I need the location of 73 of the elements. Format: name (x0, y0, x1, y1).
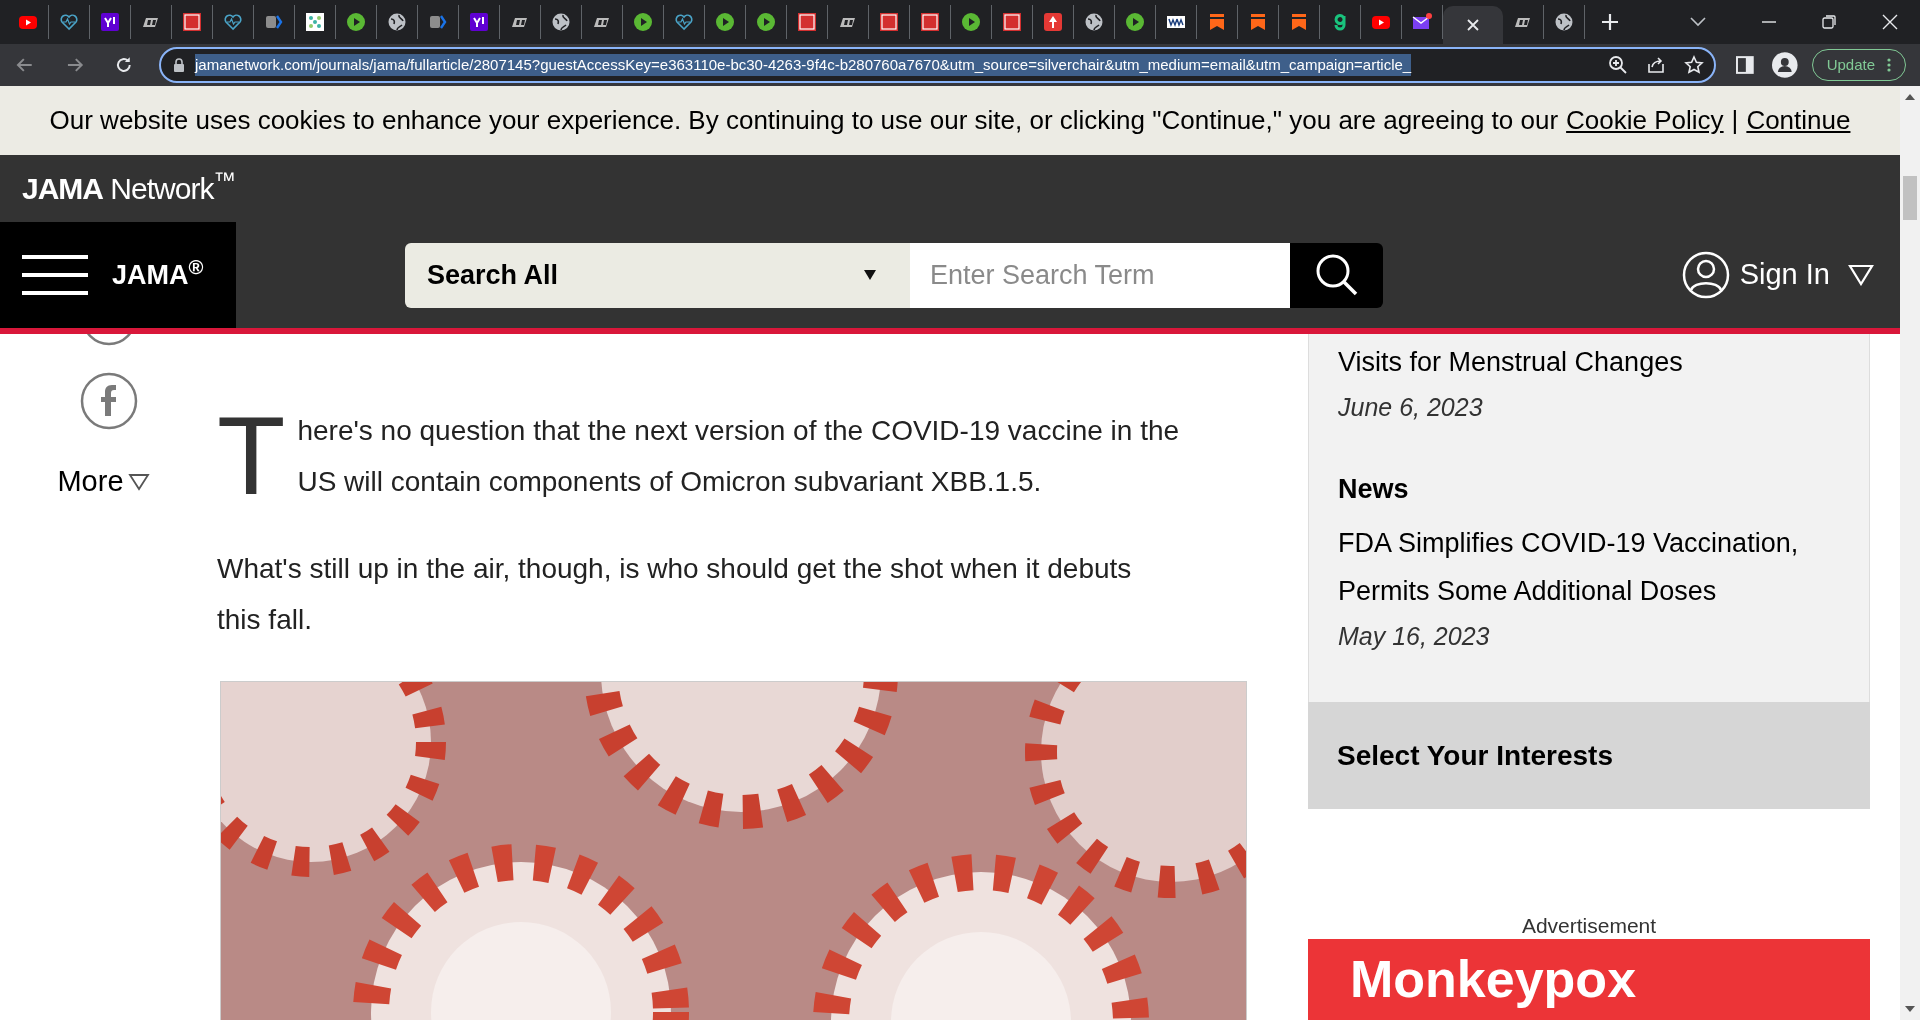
play-icon (715, 12, 735, 32)
scroll-up-icon[interactable] (1905, 94, 1915, 100)
bookmark-icon (1289, 12, 1309, 32)
caret-icon (127, 472, 150, 491)
search-button[interactable] (1290, 242, 1383, 308)
drop-cap: T (217, 411, 287, 507)
heart-icon (59, 12, 79, 32)
close-icon[interactable] (1466, 18, 1480, 32)
address-bar[interactable]: jamanetwork.com/journals/jama/fullarticle/2807145?guestAccessKey=e363110e-bc30-4263-9f4c-b280760a7670&utm_source=silverchair&utm_medium=email&utm_campaign=article_ (158, 47, 1717, 83)
menu-icon (22, 254, 88, 296)
user-icon (1681, 251, 1730, 299)
cookie-policy-link[interactable]: Cookie Policy (1566, 101, 1724, 140)
side-panel-icon[interactable] (1736, 56, 1755, 74)
browser-tab[interactable] (1443, 6, 1503, 44)
publish-date: June 6, 2023 (1338, 392, 1484, 423)
star-icon[interactable] (1684, 55, 1705, 75)
related-article-link[interactable]: Visits for Menstrual Changes (1338, 338, 1840, 386)
profile-icon[interactable] (1772, 52, 1798, 78)
continue-link[interactable]: Continue (1746, 101, 1851, 140)
restore-icon[interactable] (1822, 15, 1836, 29)
new-tab-icon[interactable] (1601, 13, 1619, 31)
play-icon (1125, 12, 1145, 32)
separator: | (1731, 104, 1739, 137)
advertisement-banner[interactable]: Monkeypox (1308, 939, 1870, 1020)
play-icon (756, 12, 776, 32)
bookmark-icon (1248, 12, 1268, 32)
heart-icon (223, 12, 243, 32)
globe-icon (1554, 12, 1574, 32)
framed-logo-icon (1002, 12, 1022, 32)
scroll-down-icon[interactable] (1905, 1006, 1915, 1012)
globe-icon (387, 12, 407, 32)
framed-logo-icon (797, 12, 817, 32)
play-icon (961, 12, 981, 32)
more-icon (1887, 58, 1891, 72)
envelope-icon (1412, 12, 1432, 32)
interests-panel[interactable]: Select Your Interests (1308, 702, 1870, 809)
caret-icon (1848, 264, 1874, 286)
lock-icon (172, 58, 185, 72)
bookmark-icon (1207, 12, 1227, 32)
play-icon (346, 12, 366, 32)
globe-icon (551, 12, 571, 32)
section-label: News (1338, 473, 1410, 506)
url-text: jamanetwork.com/journals/jama/fullarticle/2807145?guestAccessKey=e363110e-bc30-4263-9f4c-b280760a7670&utm_source=silverchair&utm_medium=email&utm_campaign=article_ (194, 54, 1412, 76)
publish-date: May 16, 2023 (1338, 621, 1491, 652)
search-icon (1314, 253, 1359, 297)
framed-logo-icon (182, 12, 202, 32)
more-share-button[interactable]: More (57, 460, 150, 504)
play-icon (633, 12, 653, 32)
cookie-message: Our website uses cookies to enhance your experience. By continuing to use our site, or clicking "Continue," you are agreeing to our (49, 104, 1559, 137)
zoom-icon[interactable] (1608, 55, 1629, 75)
app-logo-icon (100, 12, 120, 32)
app-logo-icon (469, 12, 489, 32)
framed-logo-icon (879, 12, 899, 32)
dropdown-icon (864, 270, 876, 280)
advertisement-label: Advertisement (1520, 913, 1658, 939)
tab-search-icon[interactable] (1690, 17, 1706, 27)
framed-logo-icon (920, 12, 940, 32)
scrollbar[interactable] (1900, 86, 1920, 1020)
heart-icon (674, 12, 694, 32)
search-scope-select[interactable]: Search All (405, 242, 910, 308)
close-window-icon[interactable] (1882, 14, 1898, 30)
lead-paragraph: here's no question that the next version of the COVID-19 vaccine in the US will contain components of Omicron subvariant XBB.1.5. (297, 414, 1181, 499)
network-logo[interactable]: JAMA Network$^{™}$ (22, 166, 235, 211)
globe-icon (1084, 12, 1104, 32)
related-article-link[interactable]: FDA Simplifies COVID-19 Vaccination, Permits Some Additional Doses (1338, 519, 1840, 615)
dotted-square-icon (305, 12, 325, 32)
search-field[interactable]: Enter Search Term (910, 242, 1290, 308)
article-paragraph: What's still up in the air, though, is who should get the shot when it debuts this fall. (217, 552, 1133, 637)
facebook-icon[interactable] (79, 372, 138, 430)
sign-in-button[interactable]: Sign In (1681, 251, 1874, 299)
journal-menu[interactable]: JAMA$^{®}$ (0, 222, 236, 328)
share-icon[interactable] (1646, 55, 1667, 75)
scrollbar-thumb[interactable] (1903, 176, 1917, 220)
